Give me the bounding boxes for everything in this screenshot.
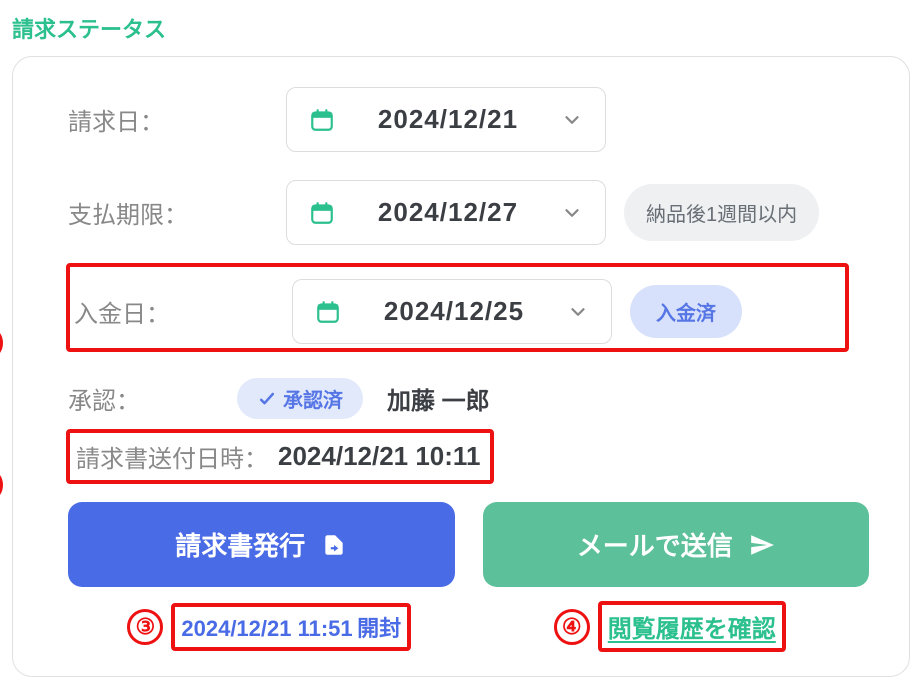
file-export-icon bbox=[321, 532, 347, 558]
due-date-row: 支払期限： 2024/12/27 納品後1週間以内 bbox=[68, 180, 869, 245]
approver-name: 加藤 一郎 bbox=[387, 381, 490, 416]
approval-row: 承認： 承認済 加藤 一郎 bbox=[68, 378, 869, 419]
send-email-label: メールで送信 bbox=[577, 526, 733, 563]
history-cell: ④ 閲覧履歴を確認 bbox=[469, 605, 870, 648]
billing-date-field[interactable]: 2024/12/21 bbox=[286, 87, 606, 152]
approval-label: 承認： bbox=[68, 381, 223, 416]
due-date-label: 支払期限： bbox=[68, 195, 268, 230]
paper-plane-icon bbox=[749, 532, 775, 558]
annotation-2: ② bbox=[0, 467, 3, 503]
payment-date-field[interactable]: 2024/12/25 bbox=[292, 279, 612, 344]
opened-label: 開封 bbox=[357, 616, 401, 641]
chevron-down-icon bbox=[567, 301, 589, 323]
approval-status-text: 承認済 bbox=[283, 384, 343, 413]
send-email-button[interactable]: メールで送信 bbox=[483, 502, 870, 587]
sent-datetime-row: 請求書送付日時： 2024/12/21 10:11 bbox=[68, 433, 488, 480]
due-date-field[interactable]: 2024/12/27 bbox=[286, 180, 606, 245]
billing-date-label: 請求日： bbox=[68, 102, 268, 137]
approval-status-badge: 承認済 bbox=[237, 378, 363, 419]
billing-date-value: 2024/12/21 bbox=[353, 104, 543, 135]
payment-date-label: 入金日： bbox=[74, 294, 274, 329]
payment-date-value: 2024/12/25 bbox=[359, 296, 549, 327]
annotation-3: ③ bbox=[127, 609, 163, 645]
issue-invoice-button[interactable]: 請求書発行 bbox=[68, 502, 455, 587]
sent-datetime-value: 2024/12/21 10:11 bbox=[278, 441, 480, 472]
annotation-1: ① bbox=[0, 325, 3, 361]
issue-invoice-label: 請求書発行 bbox=[175, 526, 305, 563]
sent-datetime-label: 請求書送付日時： bbox=[76, 439, 268, 474]
opened-cell: ③ 2024/12/21 11:51 開封 bbox=[68, 605, 469, 648]
chevron-down-icon bbox=[561, 109, 583, 131]
action-buttons-row: 請求書発行 メールで送信 bbox=[68, 502, 869, 587]
calendar-icon bbox=[315, 299, 341, 325]
calendar-icon bbox=[309, 107, 335, 133]
check-icon bbox=[257, 389, 277, 409]
section-title: 請求ステータス bbox=[12, 12, 910, 44]
billing-date-row: 請求日： 2024/12/21 bbox=[68, 87, 869, 152]
payment-status-badge: 入金済 bbox=[630, 285, 742, 338]
footer-row: ③ 2024/12/21 11:51 開封 ④ 閲覧履歴を確認 bbox=[68, 605, 869, 648]
payment-date-row: 入金日： 2024/12/25 入金済 bbox=[68, 273, 869, 350]
due-date-note-badge: 納品後1週間以内 bbox=[624, 184, 819, 241]
annotation-4: ④ bbox=[554, 609, 590, 645]
opened-datetime: 2024/12/21 11:51 bbox=[181, 616, 352, 641]
billing-status-card: 請求日： 2024/12/21 支払期限： 2024/12/27 納品後1週間以… bbox=[12, 56, 910, 677]
calendar-icon bbox=[309, 200, 335, 226]
view-history-link[interactable]: 閲覧履歴を確認 bbox=[608, 616, 776, 643]
chevron-down-icon bbox=[561, 202, 583, 224]
due-date-value: 2024/12/27 bbox=[353, 197, 543, 228]
